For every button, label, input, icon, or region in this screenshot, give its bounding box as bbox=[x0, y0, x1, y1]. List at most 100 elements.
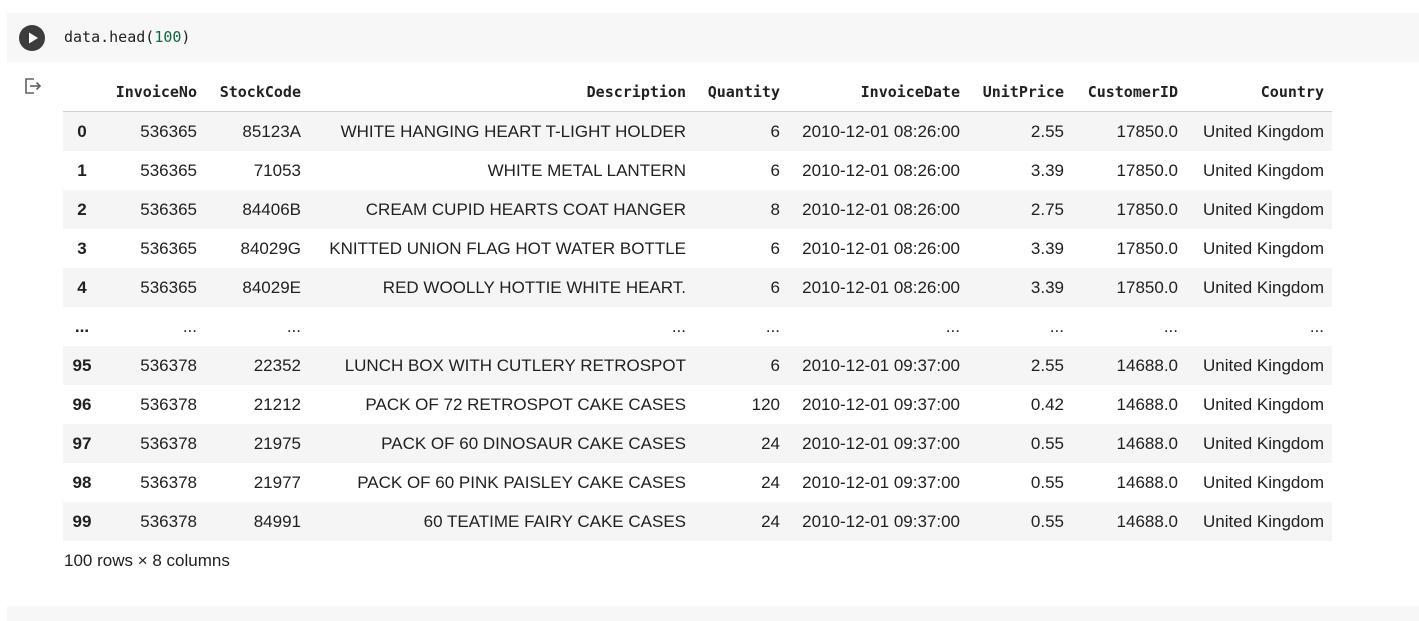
table-cell-country: United Kingdom bbox=[1203, 394, 1324, 414]
table-cell-customerid: 17850.0 bbox=[1116, 238, 1178, 258]
table-cell-description: RED WOOLLY HOTTIE WHITE HEART. bbox=[382, 277, 686, 297]
row-index: 96 bbox=[72, 394, 92, 414]
table-cell-country: United Kingdom bbox=[1203, 160, 1324, 180]
table-row: 97 536378 21975 PACK OF 60 DINOSAUR CAKE CA… bbox=[63, 424, 1332, 463]
table-cell-stockcode: 22352 bbox=[253, 355, 301, 375]
row-index: 98 bbox=[72, 472, 92, 492]
table-cell-customerid: ... bbox=[1163, 316, 1178, 336]
table-cell-customerid: 17850.0 bbox=[1116, 277, 1178, 297]
dataframe-table: InvoiceNo StockCode Description Quantity Inv… bbox=[63, 72, 1332, 541]
table-cell-invoicedate: 2010-12-01 08:26:00 bbox=[802, 160, 960, 180]
row-index: ... bbox=[74, 316, 90, 336]
code-cell[interactable]: data.head(100) bbox=[7, 13, 1419, 62]
table-cell-invoiceno: 536378 bbox=[140, 511, 197, 531]
table-cell-quantity: 24 bbox=[761, 433, 780, 453]
table-cell-invoicedate: 2010-12-01 09:37:00 bbox=[802, 355, 960, 375]
table-cell-unitprice: 0.55 bbox=[1030, 472, 1064, 492]
table-cell-customerid: 14688.0 bbox=[1116, 394, 1178, 414]
table-cell-country: United Kingdom bbox=[1203, 121, 1324, 141]
table-cell-description: PACK OF 60 PINK PAISLEY CAKE CASES bbox=[357, 472, 686, 492]
table-cell-invoiceno: ... bbox=[182, 316, 197, 336]
row-index: 2 bbox=[77, 199, 87, 219]
index-header bbox=[63, 72, 101, 112]
table-cell-stockcode: 71053 bbox=[253, 160, 301, 180]
table-cell-description: LUNCH BOX WITH CUTLERY RETROSPOT bbox=[344, 355, 686, 375]
table-cell-customerid: 17850.0 bbox=[1116, 199, 1178, 219]
row-index: 1 bbox=[77, 160, 87, 180]
row-index: 3 bbox=[77, 238, 87, 258]
column-header-description: Description bbox=[309, 72, 694, 112]
code-editor[interactable]: data.head(100) bbox=[64, 28, 190, 46]
table-cell-unitprice: 3.39 bbox=[1030, 277, 1064, 297]
table-cell-description: PACK OF 60 DINOSAUR CAKE CASES bbox=[381, 433, 686, 453]
output-redirect-icon[interactable] bbox=[23, 76, 43, 96]
table-cell-stockcode: 85123A bbox=[242, 121, 301, 141]
table-row: 98 536378 21977 PACK OF 60 PINK PAISLEY CAK… bbox=[63, 463, 1332, 502]
code-number-literal: 100 bbox=[154, 28, 182, 46]
table-cell-description: ... bbox=[671, 316, 686, 336]
dataframe-output: InvoiceNo StockCode Description Quantity Inv… bbox=[63, 72, 1332, 541]
table-cell-country: United Kingdom bbox=[1203, 277, 1324, 297]
table-cell-quantity: 6 bbox=[770, 160, 780, 180]
table-cell-invoicedate: 2010-12-01 08:26:00 bbox=[802, 277, 960, 297]
column-header-customerid: CustomerID bbox=[1072, 72, 1186, 112]
row-index: 97 bbox=[72, 433, 92, 453]
next-code-cell[interactable] bbox=[7, 606, 1419, 621]
table-cell-quantity: ... bbox=[765, 316, 780, 336]
table-cell-unitprice: 2.75 bbox=[1030, 199, 1064, 219]
table-cell-invoicedate: 2010-12-01 08:26:00 bbox=[802, 121, 960, 141]
table-cell-stockcode: 84029E bbox=[242, 277, 301, 297]
table-cell-invoiceno: 536365 bbox=[140, 199, 197, 219]
table-cell-description: PACK OF 72 RETROSPOT CAKE CASES bbox=[365, 394, 686, 414]
table-cell-invoicedate: ... bbox=[945, 316, 960, 336]
table-cell-invoicedate: 2010-12-01 09:37:00 bbox=[802, 394, 960, 414]
table-cell-stockcode: ... bbox=[286, 316, 301, 336]
table-cell-description: 60 TEATIME FAIRY CAKE CASES bbox=[423, 511, 686, 531]
table-cell-invoiceno: 536365 bbox=[140, 121, 197, 141]
table-cell-description: WHITE METAL LANTERN bbox=[487, 160, 686, 180]
table-cell-quantity: 6 bbox=[770, 121, 780, 141]
table-cell-unitprice: 3.39 bbox=[1030, 238, 1064, 258]
table-cell-customerid: 14688.0 bbox=[1116, 433, 1178, 453]
table-cell-invoiceno: 536365 bbox=[140, 277, 197, 297]
column-header-country: Country bbox=[1186, 72, 1332, 112]
table-row: 99 536378 84991 60 TEATIME FAIRY CAKE CASES… bbox=[63, 502, 1332, 541]
table-cell-unitprice: 2.55 bbox=[1030, 355, 1064, 375]
table-cell-invoiceno: 536378 bbox=[140, 355, 197, 375]
table-cell-description: CREAM CUPID HEARTS COAT HANGER bbox=[365, 199, 686, 219]
table-cell-description: KNITTED UNION FLAG HOT WATER BOTTLE bbox=[329, 238, 686, 258]
table-row: 95 536378 22352 LUNCH BOX WITH CUTLERY RETR… bbox=[63, 346, 1332, 385]
table-header-row: InvoiceNo StockCode Description Quantity Inv… bbox=[63, 72, 1332, 112]
table-cell-invoiceno: 536365 bbox=[140, 238, 197, 258]
table-cell-customerid: 14688.0 bbox=[1116, 355, 1178, 375]
table-cell-country: United Kingdom bbox=[1203, 355, 1324, 375]
table-cell-quantity: 120 bbox=[751, 394, 780, 414]
table-row: 2 536365 84406B CREAM CUPID HEARTS COAT HAN… bbox=[63, 190, 1332, 229]
table-cell-customerid: 17850.0 bbox=[1116, 121, 1178, 141]
table-cell-invoiceno: 536378 bbox=[140, 394, 197, 414]
column-header-invoiceno: InvoiceNo bbox=[101, 72, 205, 112]
table-cell-unitprice: ... bbox=[1049, 316, 1064, 336]
table-row: 96 536378 21212 PACK OF 72 RETROSPOT CAKE C… bbox=[63, 385, 1332, 424]
table-cell-stockcode: 21212 bbox=[253, 394, 301, 414]
table-cell-country: United Kingdom bbox=[1203, 238, 1324, 258]
column-header-stockcode: StockCode bbox=[205, 72, 309, 112]
table-cell-customerid: 14688.0 bbox=[1116, 472, 1178, 492]
table-cell-country: ... bbox=[1309, 316, 1324, 336]
table-cell-stockcode: 84029G bbox=[240, 238, 302, 258]
row-index: 99 bbox=[72, 511, 92, 531]
run-cell-button[interactable] bbox=[19, 25, 45, 51]
play-icon bbox=[29, 32, 38, 44]
column-header-unitprice: UnitPrice bbox=[968, 72, 1072, 112]
table-row: 4 536365 84029E RED WOOLLY HOTTIE WHITE HEA… bbox=[63, 268, 1332, 307]
table-cell-stockcode: 21977 bbox=[253, 472, 301, 492]
table-cell-stockcode: 84991 bbox=[253, 511, 301, 531]
table-cell-description: WHITE HANGING HEART T-LIGHT HOLDER bbox=[340, 121, 686, 141]
table-cell-invoicedate: 2010-12-01 08:26:00 bbox=[802, 199, 960, 219]
table-cell-invoicedate: 2010-12-01 09:37:00 bbox=[802, 511, 960, 531]
table-row: 3 536365 84029G KNITTED UNION FLAG HOT WATE… bbox=[63, 229, 1332, 268]
table-cell-quantity: 6 bbox=[770, 238, 780, 258]
row-index: 95 bbox=[72, 355, 92, 375]
table-row: 1 536365 71053 WHITE METAL LANTERN 6 2010-12-… bbox=[63, 151, 1332, 190]
table-cell-unitprice: 3.39 bbox=[1030, 160, 1064, 180]
